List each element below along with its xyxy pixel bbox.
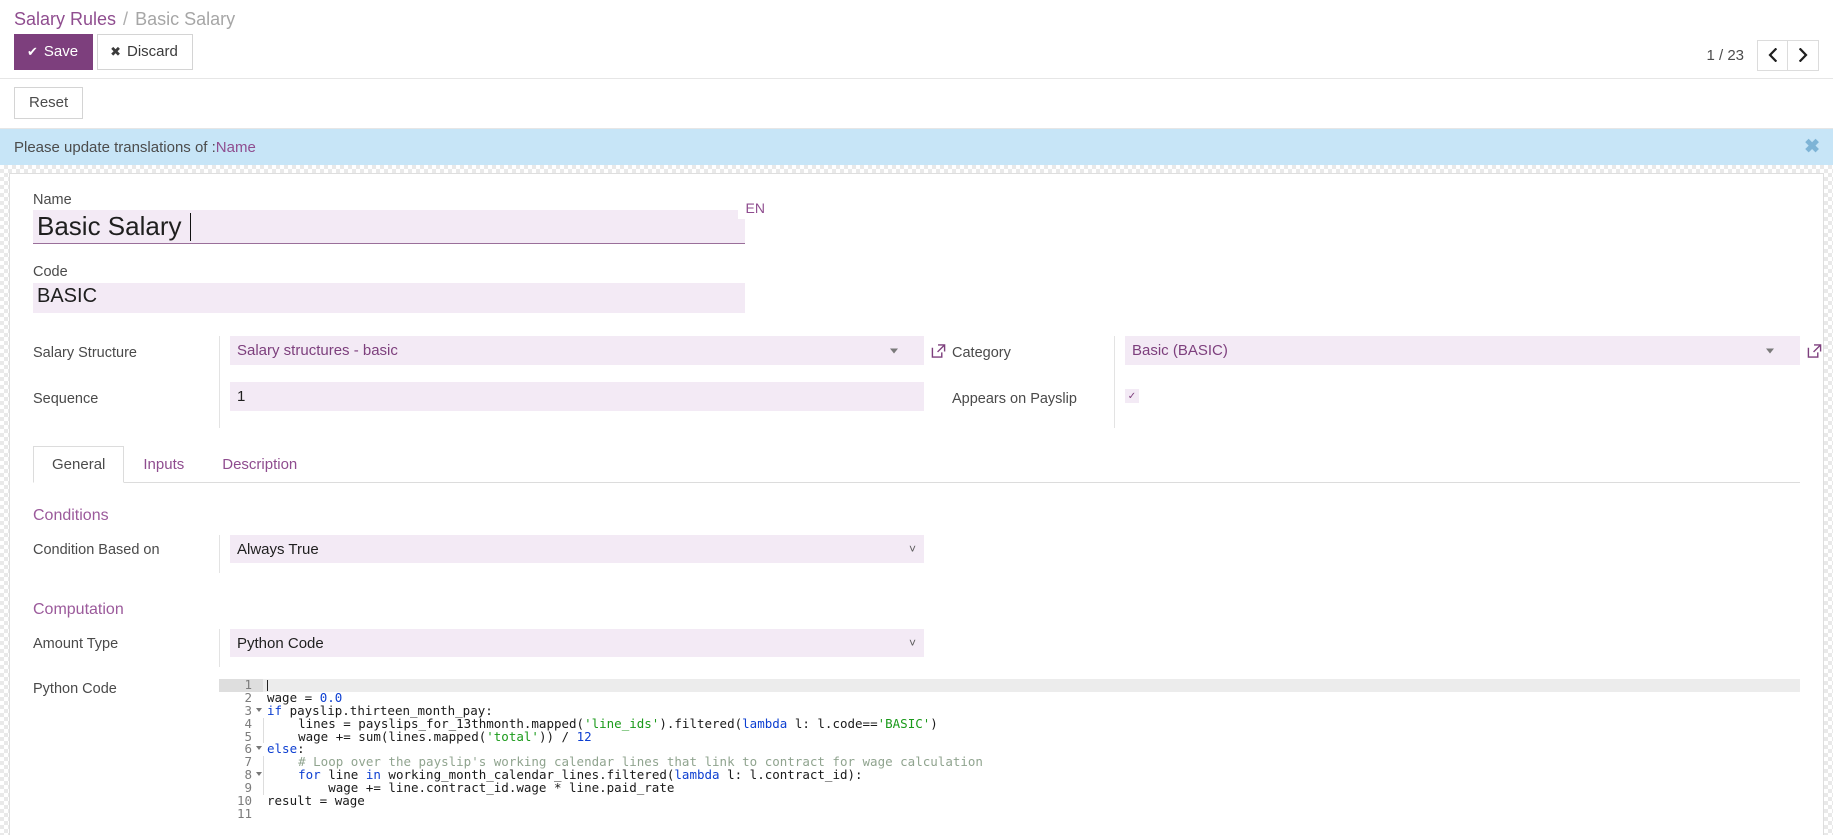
editor-cursor [267, 680, 268, 691]
times-icon: ✖ [110, 45, 121, 58]
general-tab-pane: Conditions Condition Based on Always Tru… [33, 483, 1800, 835]
check-icon: ✔ [27, 45, 38, 58]
condition-based-on-value: Always True [237, 541, 319, 558]
line-number: 3 [219, 705, 263, 718]
amount-type-value: Python Code [237, 635, 324, 652]
line-number: 1 [219, 679, 263, 692]
conditions-section-title: Conditions [33, 507, 1800, 525]
chevron-right-icon [1799, 48, 1808, 62]
code-text [263, 679, 1800, 692]
line-number: 11 [219, 808, 263, 821]
salary-structure-external-link-icon[interactable] [931, 343, 946, 358]
line-number: 5 [219, 731, 263, 744]
pager-next-button[interactable] [1788, 40, 1819, 71]
translation-alert: Please update translations of : Name ✖ [0, 129, 1833, 165]
condition-based-on-select[interactable]: Always True ˅ [230, 535, 924, 563]
form-sheet: Name Basic Salary EN Code BASIC Salary S… [9, 173, 1824, 835]
appears-on-payslip-checkbox[interactable]: ✓ [1125, 389, 1139, 403]
chevron-down-icon: ˅ [909, 636, 916, 650]
discard-button-label: Discard [127, 43, 178, 60]
line-number: 4 [219, 718, 263, 731]
category-label: Category [924, 336, 1114, 361]
notebook-tabs: General Inputs Description [33, 446, 1800, 483]
sequence-cell: 1 [219, 382, 924, 428]
pager-count: 1 / 23 [1706, 47, 1744, 64]
python-code-label: Python Code [33, 679, 219, 835]
save-button[interactable]: ✔ Save [14, 34, 93, 70]
breadcrumb-current: Basic Salary [135, 9, 235, 30]
line-number: 2 [219, 692, 263, 705]
text-cursor [190, 213, 191, 241]
code-field-group: Code BASIC [33, 264, 745, 313]
close-icon[interactable]: ✖ [1804, 138, 1820, 157]
line-number: 8 [219, 769, 263, 782]
salary-structure-input[interactable]: Salary structures - basic [230, 336, 924, 365]
amount-type-cell: Python Code ˅ [219, 629, 924, 667]
form-sheet-background: Name Basic Salary EN Code BASIC Salary S… [0, 165, 1833, 835]
line-number: 7 [219, 756, 263, 769]
discard-button[interactable]: ✖ Discard [97, 34, 193, 70]
translation-alert-text: Please update translations of : [14, 139, 216, 156]
name-label: Name [33, 192, 745, 208]
fold-triangle-icon[interactable] [256, 746, 262, 750]
caret-down-icon[interactable] [1766, 348, 1774, 353]
pager-previous-button[interactable] [1757, 40, 1788, 71]
code-text: result = wage [263, 795, 1800, 808]
code-text [263, 808, 1800, 821]
breadcrumb-separator: / [123, 9, 128, 30]
chevron-down-icon: ˅ [909, 542, 916, 556]
condition-based-on-cell: Always True ˅ [219, 535, 924, 573]
tab-inputs[interactable]: Inputs [124, 446, 203, 483]
python-code-editor[interactable]: 1 2wage = 0.03if payslip.thirteen_month_… [219, 679, 1800, 835]
category-cell: Basic (BASIC) [1114, 336, 1800, 382]
code-line: 10result = wage [219, 795, 1800, 808]
caret-down-icon[interactable] [890, 348, 898, 353]
main-field-grid: Salary Structure Salary structures - bas… [33, 336, 1800, 428]
condition-based-on-label: Condition Based on [33, 535, 219, 558]
code-line: 1 [219, 679, 1800, 692]
salary-structure-value: Salary structures - basic [237, 342, 398, 359]
category-value: Basic (BASIC) [1132, 342, 1228, 359]
translation-alert-field-link[interactable]: Name [216, 139, 256, 156]
category-external-link-icon[interactable] [1807, 343, 1822, 358]
code-text: wage += sum(lines.mapped('total')) / 12 [263, 731, 1800, 744]
computation-grid: Amount Type Python Code ˅ [33, 629, 1800, 667]
amount-type-label: Amount Type [33, 629, 219, 652]
tab-description[interactable]: Description [203, 446, 316, 483]
sequence-label: Sequence [33, 382, 219, 407]
line-number: 6 [219, 743, 263, 756]
code-label: Code [33, 264, 745, 280]
code-input[interactable]: BASIC [33, 283, 745, 313]
code-line: 9 wage += line.contract_id.wage * line.p… [219, 782, 1800, 795]
save-button-label: Save [44, 43, 78, 60]
breadcrumb-root-link[interactable]: Salary Rules [14, 9, 116, 30]
record-pager: 1 / 23 [1706, 34, 1819, 76]
language-badge[interactable]: EN [738, 198, 773, 219]
computation-section-title: Computation [33, 601, 1800, 619]
fold-triangle-icon[interactable] [256, 708, 262, 712]
code-line: 5 wage += sum(lines.mapped('total')) / 1… [219, 731, 1800, 744]
breadcrumb: Salary Rules / Basic Salary [0, 0, 1833, 34]
conditions-grid: Condition Based on Always True ˅ [33, 535, 1800, 573]
reset-button[interactable]: Reset [14, 87, 83, 119]
form-action-bar: ✔ Save ✖ Discard 1 / 23 [0, 34, 1833, 79]
name-input[interactable]: Basic Salary [33, 210, 745, 244]
chevron-left-icon [1768, 48, 1777, 62]
code-text: wage = 0.0 [263, 692, 1800, 705]
sequence-input[interactable]: 1 [230, 382, 924, 411]
python-code-row: Python Code 1 2wage = 0.03if payslip.thi… [33, 679, 1800, 835]
tab-general[interactable]: General [33, 446, 124, 483]
code-text: wage += line.contract_id.wage * line.pai… [263, 782, 1800, 795]
category-input[interactable]: Basic (BASIC) [1125, 336, 1800, 365]
appears-on-payslip-label: Appears on Payslip [924, 382, 1114, 407]
code-line: 11 [219, 808, 1800, 821]
salary-structure-cell: Salary structures - basic [219, 336, 924, 382]
name-field-group: Name Basic Salary EN [33, 192, 745, 244]
fold-triangle-icon[interactable] [256, 772, 262, 776]
salary-structure-label: Salary Structure [33, 336, 219, 361]
secondary-action-bar: Reset [0, 79, 1833, 129]
amount-type-select[interactable]: Python Code ˅ [230, 629, 924, 657]
appears-on-payslip-cell: ✓ [1114, 382, 1800, 428]
